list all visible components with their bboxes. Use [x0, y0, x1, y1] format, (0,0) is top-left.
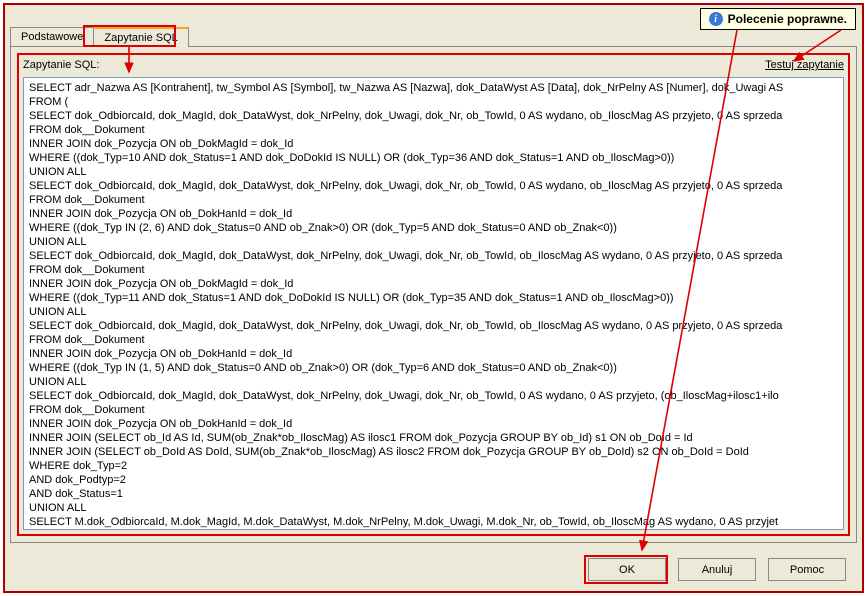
button-bar: OK Anuluj Pomoc — [588, 558, 846, 581]
cancel-button[interactable]: Anuluj — [678, 558, 756, 581]
tabs: Podstawowe Zapytanie SQL — [10, 27, 188, 47]
tab-sql[interactable]: Zapytanie SQL — [93, 27, 188, 47]
tooltip-text: Polecenie poprawne. — [728, 12, 847, 26]
help-button[interactable]: Pomoc — [768, 558, 846, 581]
dialog-frame: i Polecenie poprawne. Podstawowe Zapytan… — [3, 3, 864, 593]
sql-panel: Zapytanie SQL: Testuj zapytanie SELECT a… — [10, 46, 857, 543]
info-icon: i — [709, 12, 723, 26]
ok-button[interactable]: OK — [588, 558, 666, 581]
sql-textarea[interactable]: SELECT adr_Nazwa AS [Kontrahent], tw_Sym… — [23, 77, 844, 530]
test-query-link[interactable]: Testuj zapytanie — [765, 59, 844, 71]
validation-tooltip: i Polecenie poprawne. — [700, 8, 856, 30]
tab-basic[interactable]: Podstawowe — [10, 27, 94, 47]
sql-label: Zapytanie SQL: — [23, 59, 99, 71]
